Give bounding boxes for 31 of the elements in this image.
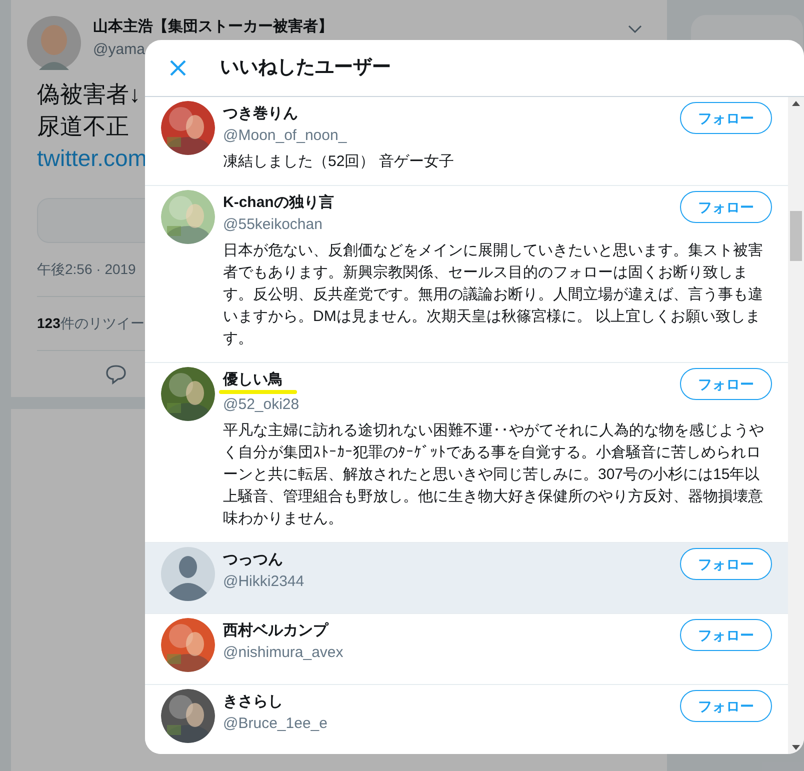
user-name[interactable]: 優しい鳥 bbox=[223, 369, 283, 391]
user-name[interactable]: つっつん bbox=[223, 549, 283, 571]
tweet-timestamp: 午後2:56 · 2019 bbox=[37, 260, 136, 279]
user-bio: 凍結しました（52回） 音ゲー女子 bbox=[223, 152, 455, 172]
user-handle: @52_oki28 bbox=[223, 395, 300, 415]
author-name: 山本主浩【集団ストーカー被害者】 bbox=[93, 16, 333, 37]
user-handle: @Moon_of_noon_ bbox=[223, 126, 347, 146]
user-name[interactable]: きさらし bbox=[223, 691, 283, 713]
tweet-text: 偽被害者↓ bbox=[37, 80, 140, 109]
user-name[interactable]: つき巻りん bbox=[223, 103, 298, 125]
scrollbar-thumb[interactable] bbox=[790, 210, 802, 260]
user-name[interactable]: 西村ベルカンプ bbox=[223, 620, 328, 642]
author-handle: @yama bbox=[93, 40, 146, 60]
retweet-count[interactable]: 123 bbox=[37, 313, 60, 334]
user-handle: @55keikochan bbox=[223, 215, 324, 235]
user-bio: 平凡な主婦に訪れる途切れない困難不運･･やがてそれに人為的な物を感じようやく自分が集団ｽﾄｰｶｰ犯罪のﾀｰｹﾞｯﾄである事を自覚する。小倉騒音に苦しめられローンと共に転居、解放されたと思いきや同じ苦しみに。307号の小杉には15年以上騒音、管理組合も野放し。他に生き物大好き保健所のやり方反対、器物損壊意味わかりません。 bbox=[223, 421, 765, 529]
user-name[interactable]: K-chanの独り言 bbox=[223, 192, 334, 214]
chevron-down-icon[interactable] bbox=[627, 24, 643, 34]
user-handle: @Bruce_1ee_e bbox=[223, 714, 328, 734]
reply-icon[interactable] bbox=[105, 363, 127, 385]
user-handle: @Hikki2344 bbox=[223, 572, 304, 592]
scrollbar[interactable] bbox=[788, 97, 804, 754]
tweet-text: 尿道不正 bbox=[37, 112, 129, 141]
dialog-title: いいねしたユーザー bbox=[220, 56, 391, 80]
avatar-icon bbox=[27, 16, 81, 70]
retweet-label[interactable]: 件のリツイー bbox=[60, 313, 144, 334]
user-row[interactable]: つっつん @Hikki2344 フォロー bbox=[145, 543, 788, 614]
user-bio: 日本が危ない、反創価などをメインに展開していきたいと思います。集スト被害者でもあります。新興宗教関係、セールス目的のフォローは固くお断り致します。反公明、反共産党です。無用の議論お断り。人間立場が違えば、言う事も違いますから。DMは見ません。次期天皇は秋篠宮様に。 以上宜しくお願い致します。 bbox=[223, 241, 764, 349]
scroll-down-icon[interactable] bbox=[792, 745, 800, 750]
user-handle: @nishimura_avex bbox=[223, 643, 344, 663]
scroll-up-icon[interactable] bbox=[792, 101, 800, 106]
